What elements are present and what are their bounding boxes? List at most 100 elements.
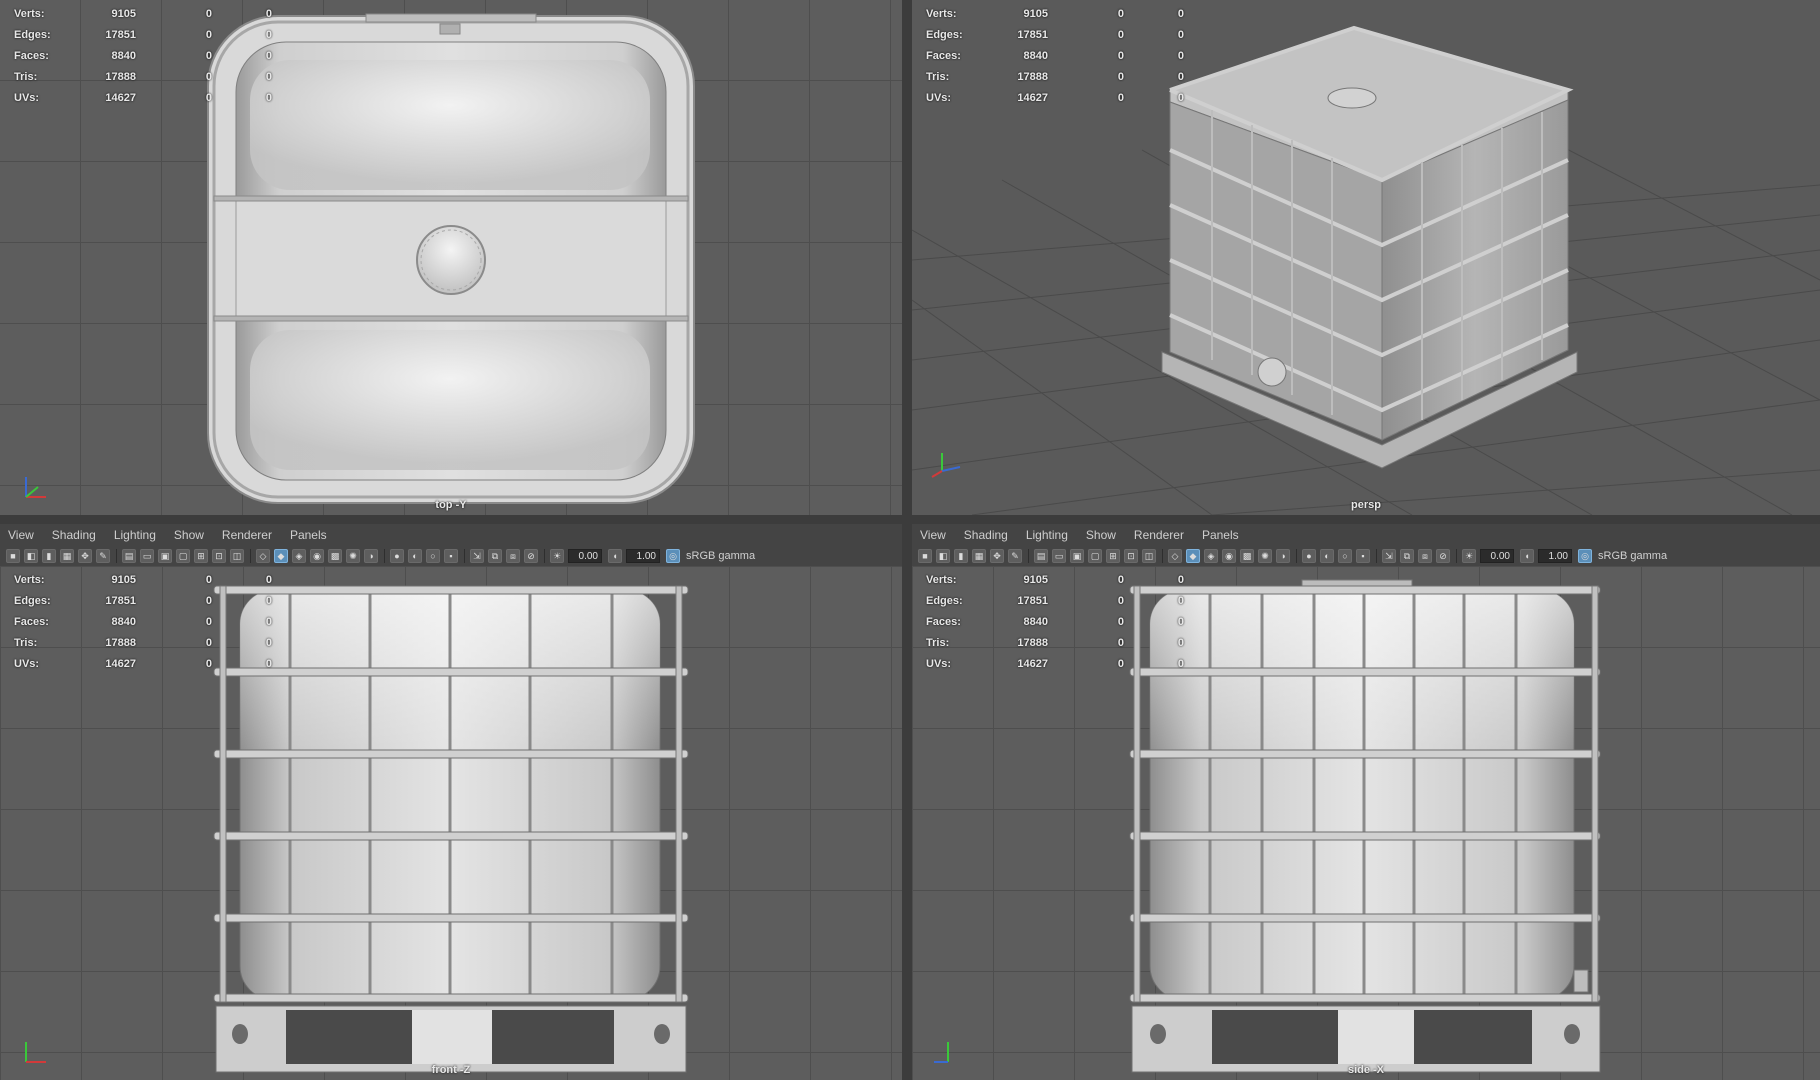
axis-gizmo-icon (930, 1036, 964, 1066)
menu-show[interactable]: Show (1086, 528, 1116, 542)
bookmark-icon[interactable]: ▮ (42, 549, 56, 563)
panel-toolbar-right: ■ ◧ ▮ ▦ ✥ ✎ ▤ ▭ ▣ ▢ ⊞ ⊡ ◫ ◇ ◆ ◈ ◉ ▩ ✺ ◑ … (912, 546, 1820, 566)
field-chart-icon[interactable]: ⊞ (194, 549, 208, 563)
axis-gizmo-icon (930, 449, 964, 479)
hud-stats: Verts: 9105 0 0 Edges: 17851 0 0 Faces: 8840 0 0 … (926, 8, 1184, 104)
menu-shading[interactable]: Shading (964, 528, 1008, 542)
isolate-icon[interactable]: ⇲ (470, 549, 484, 563)
panel-menubar-left: View Shading Lighting Show Renderer Pane… (0, 524, 902, 546)
panel-divider-horizontal[interactable] (0, 515, 1820, 524)
film-gate-icon[interactable]: ▭ (1052, 549, 1066, 563)
xray-icon[interactable]: ◉ (310, 549, 324, 563)
gamma-field[interactable]: 1.00 (1538, 549, 1572, 563)
xray-joints-icon[interactable]: ⧉ (1400, 549, 1414, 563)
color-management-icon[interactable]: ◎ (1578, 549, 1592, 563)
exposure-field[interactable]: 0.00 (568, 549, 602, 563)
view-transform-label[interactable]: sRGB gamma (686, 550, 755, 562)
ambient-occlusion-icon[interactable]: ● (1302, 549, 1316, 563)
camera-label: persp (1351, 499, 1381, 511)
menu-renderer[interactable]: Renderer (1134, 528, 1184, 542)
grease-pencil-icon[interactable]: ✎ (96, 549, 110, 563)
textured-icon[interactable]: ▩ (1240, 549, 1254, 563)
menu-panels[interactable]: Panels (1202, 528, 1239, 542)
menu-lighting[interactable]: Lighting (1026, 528, 1068, 542)
safe-title-icon[interactable]: ◫ (230, 549, 244, 563)
wireframe-icon[interactable]: ◇ (256, 549, 270, 563)
2d-pan-icon[interactable]: ✥ (78, 549, 92, 563)
xray-icon[interactable]: ◉ (1222, 549, 1236, 563)
hud-stats: Verts: 9105 0 0 Edges: 17851 0 0 Faces: 8840 0 0 … (926, 574, 1184, 670)
smooth-shade-icon[interactable]: ◆ (1186, 549, 1200, 563)
backface-cull-icon[interactable]: ⊘ (524, 549, 538, 563)
viewport-top[interactable]: Verts: 9105 0 0 Edges: 17851 0 0 Faces: 8840 0 0 … (0, 0, 902, 515)
lights-icon[interactable]: ✺ (346, 549, 360, 563)
film-gate-icon[interactable]: ▭ (140, 549, 154, 563)
camera-attr-icon[interactable]: ◧ (24, 549, 38, 563)
2d-pan-icon[interactable]: ✥ (990, 549, 1004, 563)
camera-attr-icon[interactable]: ◧ (936, 549, 950, 563)
hud-stats: Verts: 9105 0 0 Edges: 17851 0 0 Faces: 8840 0 0 … (14, 574, 272, 670)
grease-pencil-icon[interactable]: ✎ (1008, 549, 1022, 563)
gamma-icon[interactable]: ◖ (1520, 549, 1534, 563)
isolate-icon[interactable]: ⇲ (1382, 549, 1396, 563)
viewport-front[interactable]: Verts: 9105 0 0 Edges: 17851 0 0 Faces: 8840 0 0 … (0, 566, 902, 1080)
depth-of-field-icon[interactable]: ▪ (444, 549, 458, 563)
resolution-gate-icon[interactable]: ▣ (158, 549, 172, 563)
axis-gizmo-icon (18, 471, 52, 501)
camera-label: front -Z (431, 1064, 471, 1076)
viewport-persp[interactable]: Verts: 9105 0 0 Edges: 17851 0 0 Faces: 8840 0 0 … (912, 0, 1820, 515)
gamma-field[interactable]: 1.00 (626, 549, 660, 563)
anti-alias-icon[interactable]: ○ (426, 549, 440, 563)
resolution-gate-icon[interactable]: ▣ (1070, 549, 1084, 563)
motion-blur-icon[interactable]: ◐ (408, 549, 422, 563)
xray-joints-icon[interactable]: ⧉ (488, 549, 502, 563)
shadows-icon[interactable]: ◑ (364, 549, 378, 563)
bookmark-icon[interactable]: ▮ (954, 549, 968, 563)
safe-action-icon[interactable]: ⊡ (1124, 549, 1138, 563)
axis-gizmo-icon (18, 1036, 52, 1066)
panel-menubar-right: View Shading Lighting Show Renderer Pane… (912, 524, 1820, 546)
menu-show[interactable]: Show (174, 528, 204, 542)
exposure-field[interactable]: 0.00 (1480, 549, 1514, 563)
xray-components-icon[interactable]: ⧈ (1418, 549, 1432, 563)
menu-lighting[interactable]: Lighting (114, 528, 156, 542)
shadows-icon[interactable]: ◑ (1276, 549, 1290, 563)
depth-of-field-icon[interactable]: ▪ (1356, 549, 1370, 563)
xray-components-icon[interactable]: ⧈ (506, 549, 520, 563)
exposure-icon[interactable]: ☀ (550, 549, 564, 563)
menu-shading[interactable]: Shading (52, 528, 96, 542)
panel-divider-vertical[interactable] (902, 0, 912, 1080)
camera-label: side -X (1347, 1064, 1385, 1076)
gate-mask-icon[interactable]: ▢ (176, 549, 190, 563)
image-plane-icon[interactable]: ▦ (972, 549, 986, 563)
textured-icon[interactable]: ▩ (328, 549, 342, 563)
gate-mask-icon[interactable]: ▢ (1088, 549, 1102, 563)
image-plane-icon[interactable]: ▦ (60, 549, 74, 563)
ambient-occlusion-icon[interactable]: ● (390, 549, 404, 563)
menu-panels[interactable]: Panels (290, 528, 327, 542)
lights-icon[interactable]: ✺ (1258, 549, 1272, 563)
camera-icon[interactable]: ■ (918, 549, 932, 563)
panel-toolbar-left: ■ ◧ ▮ ▦ ✥ ✎ ▤ ▭ ▣ ▢ ⊞ ⊡ ◫ ◇ ◆ ◈ ◉ ▩ ✺ ◑ … (0, 546, 902, 566)
grid-icon[interactable]: ▤ (122, 549, 136, 563)
gamma-icon[interactable]: ◖ (608, 549, 622, 563)
smooth-shade-icon[interactable]: ◆ (274, 549, 288, 563)
camera-icon[interactable]: ■ (6, 549, 20, 563)
field-chart-icon[interactable]: ⊞ (1106, 549, 1120, 563)
color-management-icon[interactable]: ◎ (666, 549, 680, 563)
menu-renderer[interactable]: Renderer (222, 528, 272, 542)
safe-title-icon[interactable]: ◫ (1142, 549, 1156, 563)
menu-view[interactable]: View (920, 528, 946, 542)
wireframe-on-shaded-icon[interactable]: ◈ (292, 549, 306, 563)
menu-view[interactable]: View (8, 528, 34, 542)
wireframe-icon[interactable]: ◇ (1168, 549, 1182, 563)
exposure-icon[interactable]: ☀ (1462, 549, 1476, 563)
safe-action-icon[interactable]: ⊡ (212, 549, 226, 563)
view-transform-label[interactable]: sRGB gamma (1598, 550, 1667, 562)
anti-alias-icon[interactable]: ○ (1338, 549, 1352, 563)
motion-blur-icon[interactable]: ◐ (1320, 549, 1334, 563)
viewport-side[interactable]: Verts: 9105 0 0 Edges: 17851 0 0 Faces: 8840 0 0 … (912, 566, 1820, 1080)
wireframe-on-shaded-icon[interactable]: ◈ (1204, 549, 1218, 563)
grid-icon[interactable]: ▤ (1034, 549, 1048, 563)
backface-cull-icon[interactable]: ⊘ (1436, 549, 1450, 563)
